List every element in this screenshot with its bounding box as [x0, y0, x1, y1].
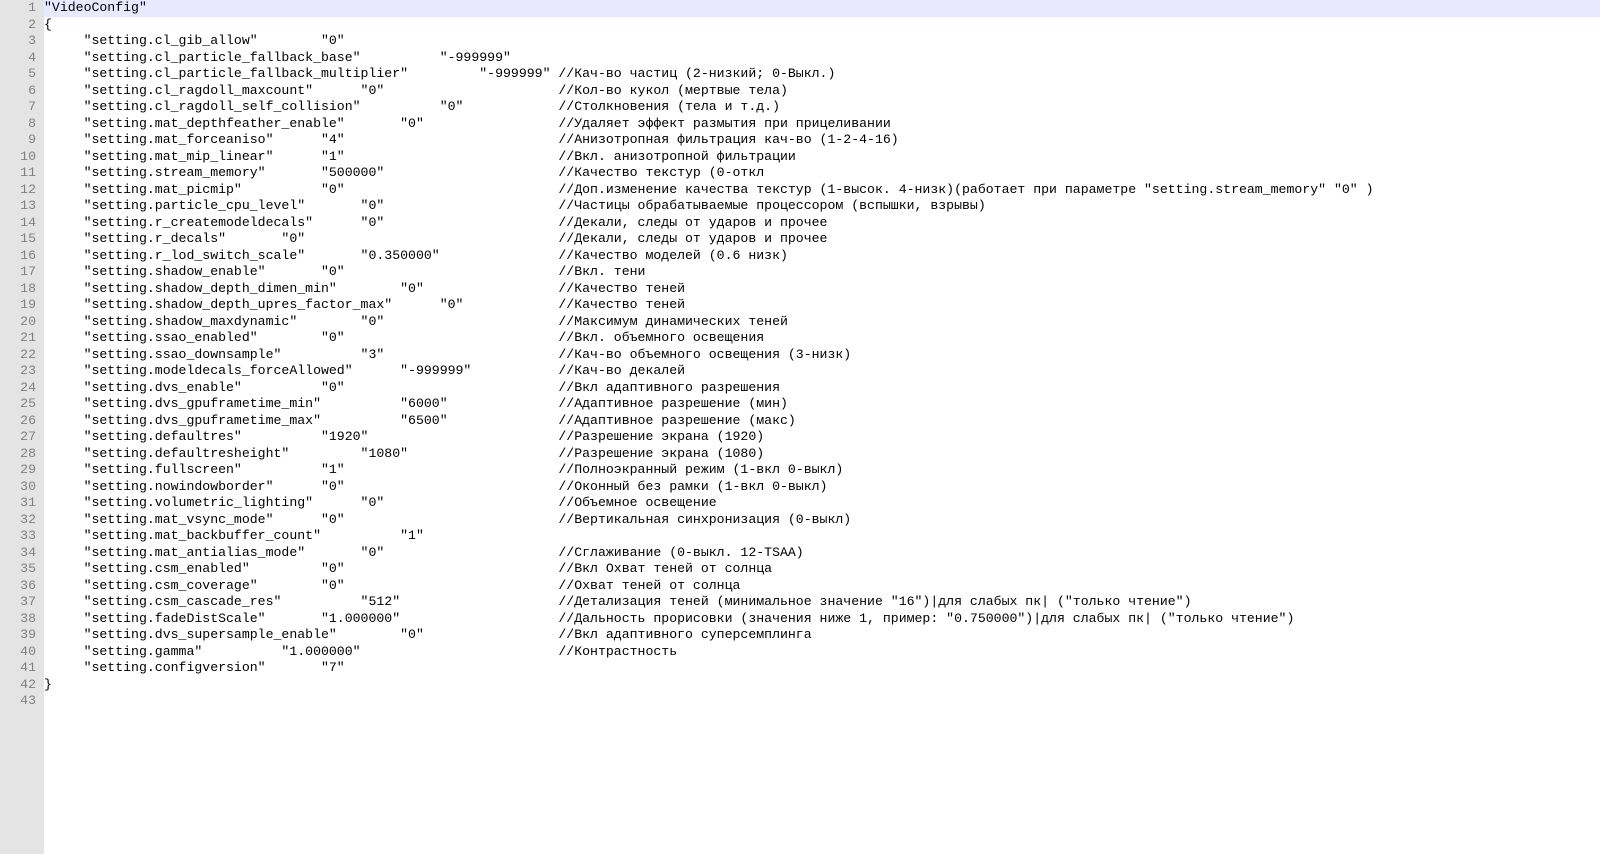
code-line[interactable]: "setting.mat_vsync_mode" "0" //Вертикаль… — [44, 512, 1600, 529]
code-line[interactable]: "setting.dvs_supersample_enable" "0" //В… — [44, 627, 1600, 644]
line-number: 24 — [0, 380, 36, 397]
line-number: 39 — [0, 627, 36, 644]
line-number: 6 — [0, 83, 36, 100]
code-line[interactable]: "setting.configversion" "7" — [44, 660, 1600, 677]
code-line[interactable]: { — [44, 17, 1600, 34]
code-line[interactable]: "setting.mat_depthfeather_enable" "0" //… — [44, 116, 1600, 133]
code-line[interactable]: } — [44, 677, 1600, 694]
code-line[interactable]: "setting.r_lod_switch_scale" "0.350000" … — [44, 248, 1600, 265]
code-area[interactable]: "VideoConfig"{ "setting.cl_gib_allow" "0… — [44, 0, 1600, 854]
line-number: 32 — [0, 512, 36, 529]
code-line[interactable]: "setting.shadow_depth_upres_factor_max" … — [44, 297, 1600, 314]
code-line[interactable]: "setting.particle_cpu_level" "0" //Части… — [44, 198, 1600, 215]
code-line[interactable]: "setting.cl_gib_allow" "0" — [44, 33, 1600, 50]
line-number: 1 — [0, 0, 36, 17]
line-number: 26 — [0, 413, 36, 430]
code-line[interactable]: "setting.stream_memory" "500000" //Качес… — [44, 165, 1600, 182]
line-number: 30 — [0, 479, 36, 496]
line-number: 3 — [0, 33, 36, 50]
code-editor[interactable]: 1234567891011121314151617181920212223242… — [0, 0, 1600, 854]
code-line[interactable]: "setting.cl_particle_fallback_multiplier… — [44, 66, 1600, 83]
line-number: 20 — [0, 314, 36, 331]
line-number: 5 — [0, 66, 36, 83]
line-number: 18 — [0, 281, 36, 298]
line-number: 35 — [0, 561, 36, 578]
code-line[interactable]: "setting.csm_enabled" "0" //Вкл Охват те… — [44, 561, 1600, 578]
line-number: 9 — [0, 132, 36, 149]
code-line[interactable]: "setting.r_decals" "0" //Декали, следы о… — [44, 231, 1600, 248]
line-number: 43 — [0, 693, 36, 710]
code-line[interactable]: "setting.shadow_depth_dimen_min" "0" //К… — [44, 281, 1600, 298]
line-number: 22 — [0, 347, 36, 364]
code-line[interactable]: "setting.dvs_gpuframetime_max" "6500" //… — [44, 413, 1600, 430]
line-number: 23 — [0, 363, 36, 380]
code-line[interactable]: "setting.gamma" "1.000000" //Контрастнос… — [44, 644, 1600, 661]
line-number: 27 — [0, 429, 36, 446]
line-number: 37 — [0, 594, 36, 611]
code-line[interactable]: "setting.mat_picmip" "0" //Доп.изменение… — [44, 182, 1600, 199]
code-line[interactable]: "setting.mat_mip_linear" "1" //Вкл. аниз… — [44, 149, 1600, 166]
code-line[interactable]: "setting.mat_backbuffer_count" "1" — [44, 528, 1600, 545]
code-line[interactable]: "setting.ssao_downsample" "3" //Кач-во о… — [44, 347, 1600, 364]
line-number: 36 — [0, 578, 36, 595]
code-line[interactable]: "setting.dvs_gpuframetime_min" "6000" //… — [44, 396, 1600, 413]
line-number: 11 — [0, 165, 36, 182]
line-number: 19 — [0, 297, 36, 314]
code-line[interactable]: "setting.shadow_enable" "0" //Вкл. тени — [44, 264, 1600, 281]
code-line[interactable]: "setting.defaultres" "1920" //Разрешение… — [44, 429, 1600, 446]
code-line[interactable]: "setting.defaultresheight" "1080" //Разр… — [44, 446, 1600, 463]
code-line[interactable]: "setting.modeldecals_forceAllowed" "-999… — [44, 363, 1600, 380]
code-line[interactable]: "setting.csm_cascade_res" "512" //Детали… — [44, 594, 1600, 611]
line-number: 40 — [0, 644, 36, 661]
line-number: 34 — [0, 545, 36, 562]
line-number: 25 — [0, 396, 36, 413]
line-number: 33 — [0, 528, 36, 545]
line-number: 15 — [0, 231, 36, 248]
line-number: 42 — [0, 677, 36, 694]
code-line[interactable]: "setting.mat_antialias_mode" "0" //Сглаж… — [44, 545, 1600, 562]
line-number: 28 — [0, 446, 36, 463]
line-number: 12 — [0, 182, 36, 199]
code-line[interactable]: "setting.cl_ragdoll_self_collision" "0" … — [44, 99, 1600, 116]
code-line[interactable]: "setting.cl_ragdoll_maxcount" "0" //Кол-… — [44, 83, 1600, 100]
code-line[interactable]: "setting.fullscreen" "1" //Полноэкранный… — [44, 462, 1600, 479]
line-number: 4 — [0, 50, 36, 67]
code-line[interactable]: "setting.dvs_enable" "0" //Вкл адаптивно… — [44, 380, 1600, 397]
code-line[interactable]: "setting.mat_forceaniso" "4" //Анизотроп… — [44, 132, 1600, 149]
line-number: 16 — [0, 248, 36, 265]
line-number: 8 — [0, 116, 36, 133]
line-number: 41 — [0, 660, 36, 677]
line-number: 17 — [0, 264, 36, 281]
code-line[interactable]: "setting.csm_coverage" "0" //Охват теней… — [44, 578, 1600, 595]
line-number: 10 — [0, 149, 36, 166]
line-number: 38 — [0, 611, 36, 628]
line-number: 29 — [0, 462, 36, 479]
line-number: 21 — [0, 330, 36, 347]
line-number: 31 — [0, 495, 36, 512]
code-line[interactable]: "setting.r_createmodeldecals" "0" //Дека… — [44, 215, 1600, 232]
code-line[interactable]: "setting.nowindowborder" "0" //Оконный б… — [44, 479, 1600, 496]
code-line[interactable] — [44, 693, 1600, 710]
code-line[interactable]: "setting.shadow_maxdynamic" "0" //Максим… — [44, 314, 1600, 331]
code-line[interactable]: "setting.volumetric_lighting" "0" //Объе… — [44, 495, 1600, 512]
line-number: 2 — [0, 17, 36, 34]
line-number: 13 — [0, 198, 36, 215]
code-line[interactable]: "VideoConfig" — [44, 0, 1600, 17]
line-number-gutter: 1234567891011121314151617181920212223242… — [0, 0, 44, 854]
code-line[interactable]: "setting.fadeDistScale" "1.000000" //Дал… — [44, 611, 1600, 628]
code-line[interactable]: "setting.ssao_enabled" "0" //Вкл. объемн… — [44, 330, 1600, 347]
line-number: 14 — [0, 215, 36, 232]
line-number: 7 — [0, 99, 36, 116]
code-line[interactable]: "setting.cl_particle_fallback_base" "-99… — [44, 50, 1600, 67]
